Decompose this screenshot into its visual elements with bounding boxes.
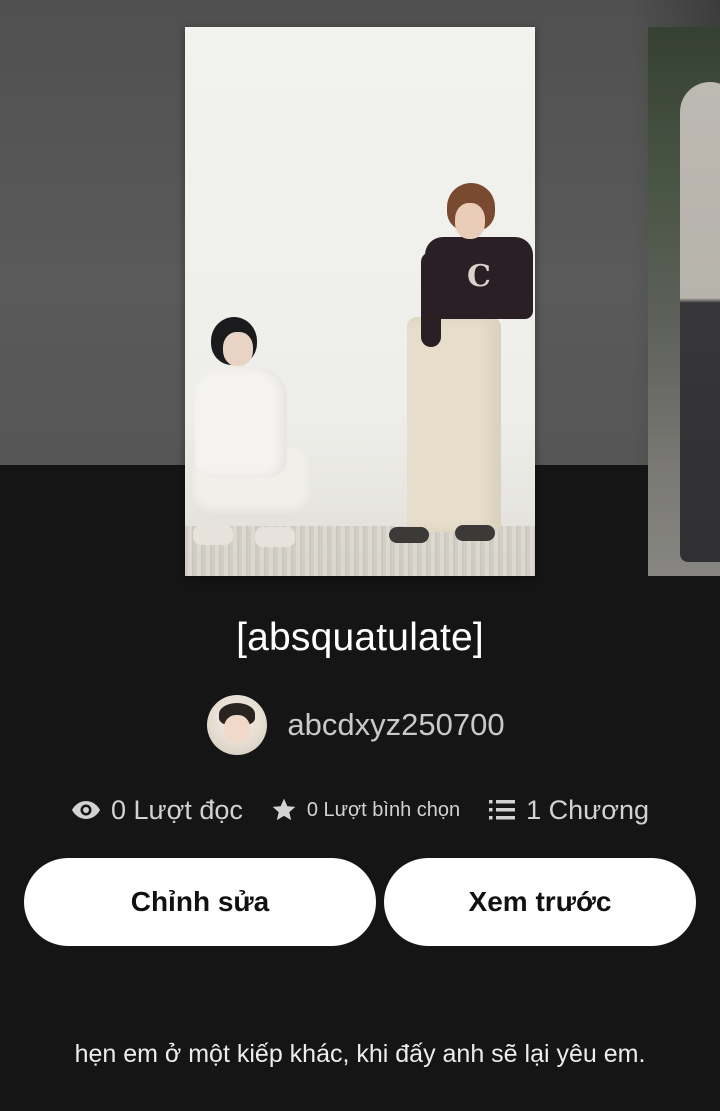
cover-figure-shoe [255, 527, 295, 547]
stat-chapters-label: 1 Chương [526, 794, 649, 825]
stat-reads: 0 Lượt đọc [71, 795, 243, 826]
book-cover[interactable]: C [185, 27, 535, 576]
author-name[interactable]: abcdxyz250700 [287, 705, 504, 745]
cover-figure-body [195, 367, 287, 477]
eye-icon [71, 800, 101, 820]
cover-figure-shoe [455, 525, 495, 541]
cover-sweater-letter: C [467, 259, 491, 294]
avatar-face [224, 715, 251, 743]
cover-figure-pants [407, 317, 501, 532]
preview-button[interactable]: Xem trước [384, 858, 696, 946]
book-title: [absquatulate] [236, 616, 484, 659]
list-icon [488, 798, 516, 822]
star-icon [271, 797, 297, 823]
edit-button[interactable]: Chỉnh sửa [24, 858, 376, 946]
story-detail-screen: C [absquatulate] abcdxyz250700 0 Lượt đọ… [0, 0, 720, 1111]
author-avatar[interactable] [207, 695, 268, 755]
cover-figure-face [223, 332, 253, 366]
author-row[interactable]: abcdxyz250700 [0, 694, 720, 756]
book-description: hẹn em ở một kiếp khác, khi đấy anh sẽ l… [74, 1040, 646, 1068]
cover-figure-shoe [389, 527, 429, 543]
cover-figure-face [455, 203, 485, 239]
next-book-cover[interactable] [648, 27, 720, 576]
cover-figure-shoe [193, 525, 233, 545]
next-cover-shade [648, 27, 720, 576]
story-stats: 0 Lượt đọc 0 Lượt bình chọn 1 Chương [0, 787, 720, 833]
stat-votes: 0 Lượt bình chọn [271, 797, 460, 823]
stat-reads-label: 0 Lượt đọc [111, 794, 243, 825]
stat-votes-label: 0 Lượt bình chọn [306, 798, 461, 821]
stat-chapters[interactable]: 1 Chương [488, 795, 649, 826]
